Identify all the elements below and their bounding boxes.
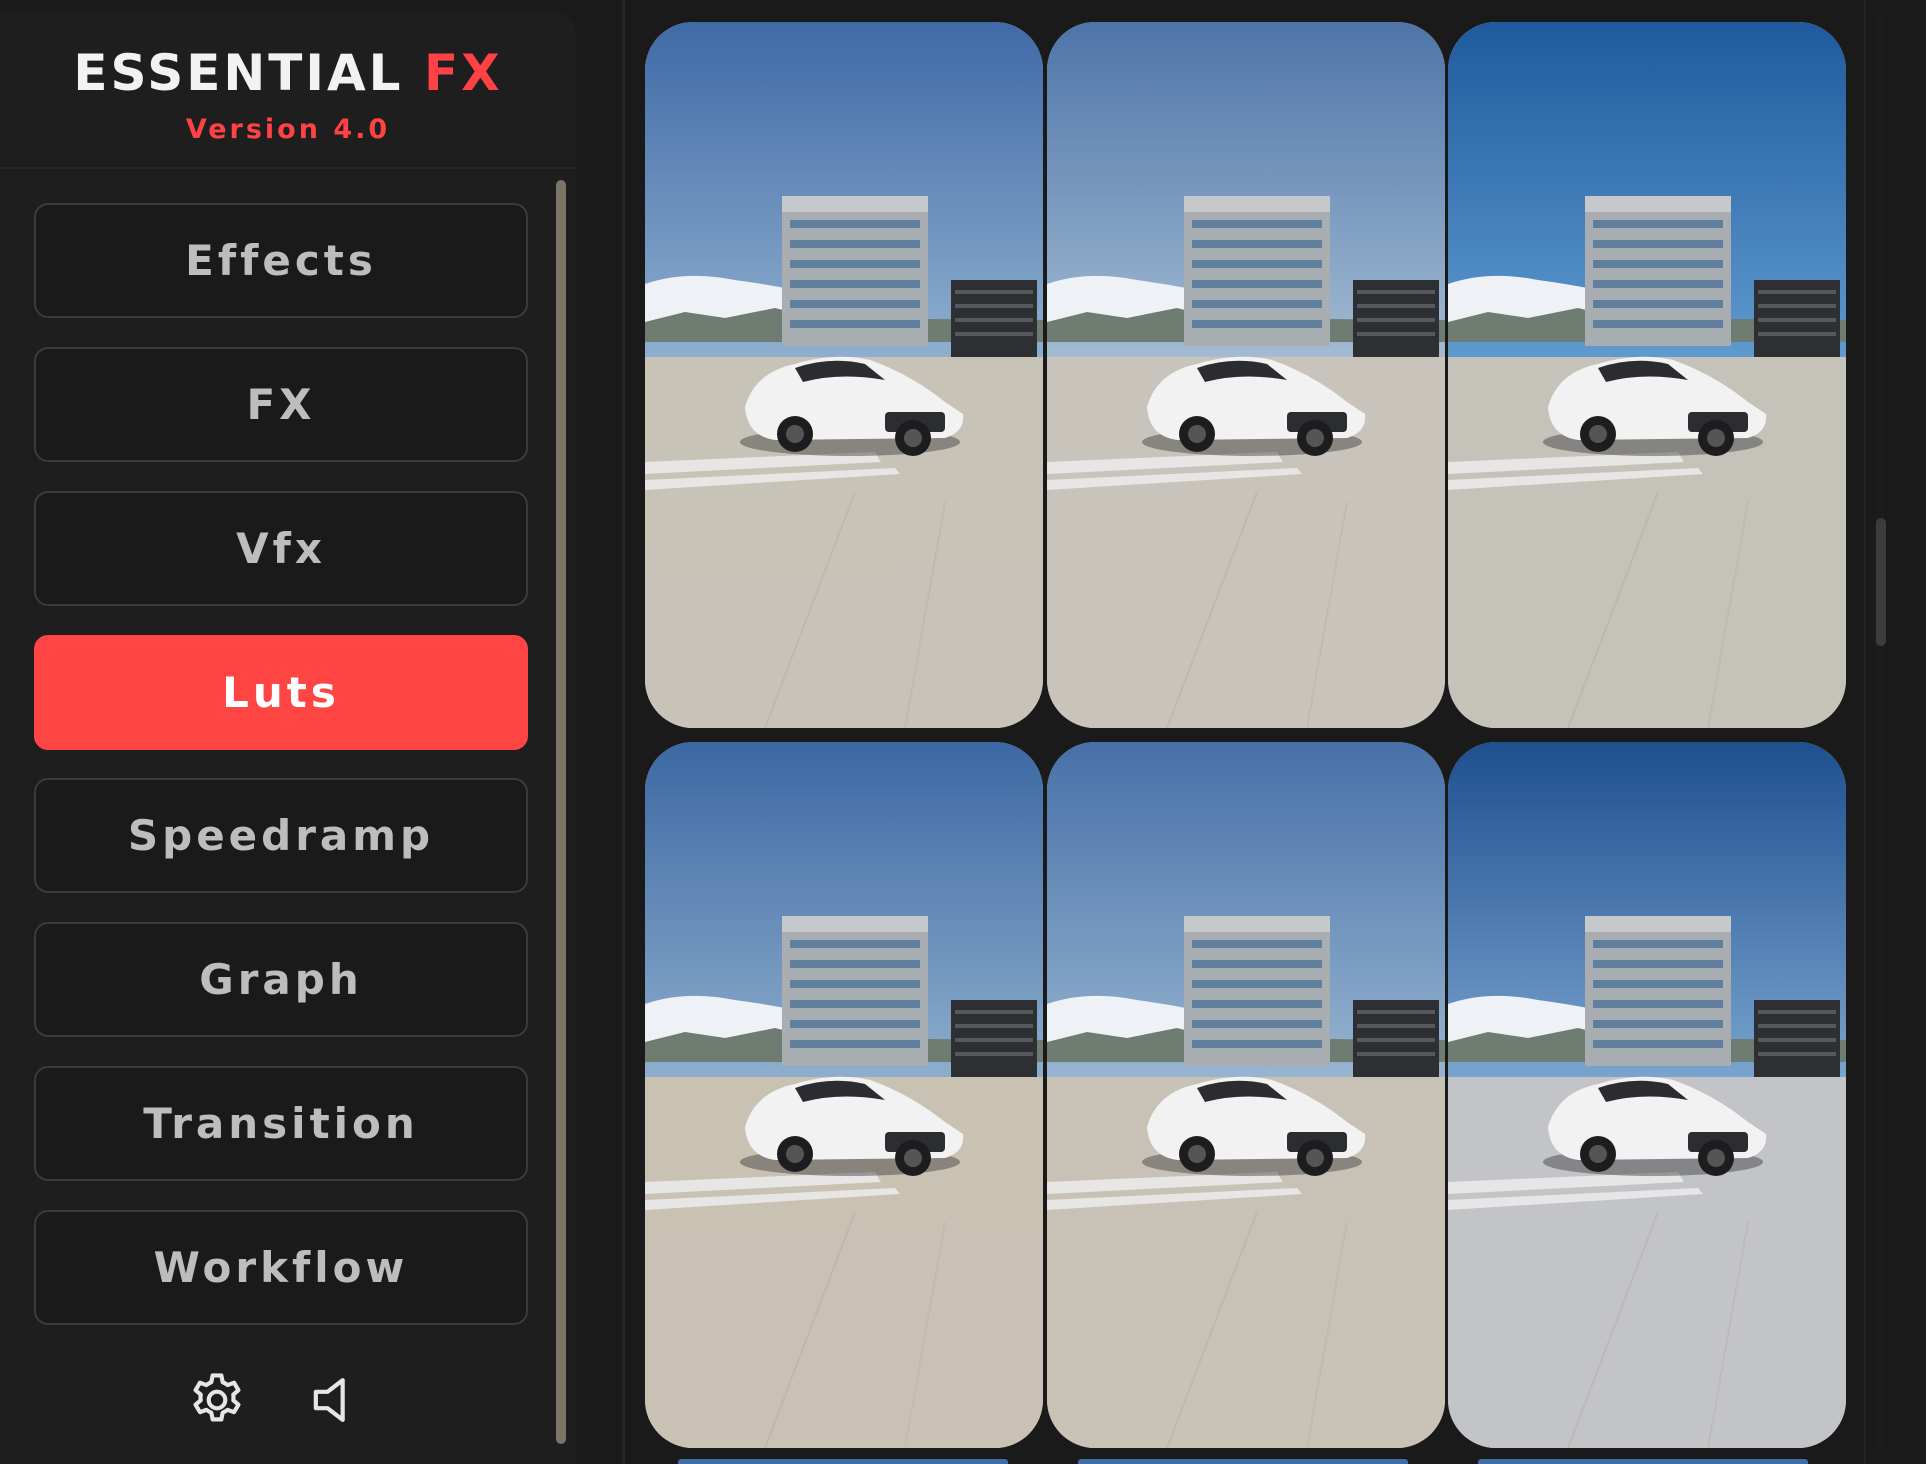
nav-button-label: Transition xyxy=(143,1099,419,1148)
nav-button-label: FX xyxy=(246,380,316,429)
lut-preview-card[interactable] xyxy=(1047,22,1445,728)
lut-preview-image xyxy=(1047,742,1445,1448)
sound-button[interactable] xyxy=(298,1367,364,1433)
app-title: ESSENTIAL FX xyxy=(0,48,576,98)
brand-header: ESSENTIAL FX Version 4.0 xyxy=(0,12,576,169)
next-row-card-edge xyxy=(1478,1459,1808,1464)
nav-button-label: Graph xyxy=(199,955,363,1004)
nav-button-label: Effects xyxy=(185,236,377,285)
app-title-main: ESSENTIAL xyxy=(73,44,404,102)
nav-workflow-button[interactable]: Workflow xyxy=(34,1210,528,1325)
lut-preview-card[interactable] xyxy=(1448,22,1846,728)
nav-vfx-button[interactable]: Vfx xyxy=(34,491,528,606)
nav-luts-button[interactable]: Luts xyxy=(34,635,528,750)
lut-preview-image xyxy=(1047,22,1445,728)
nav-graph-button[interactable]: Graph xyxy=(34,922,528,1037)
content-scrollbar[interactable] xyxy=(1874,12,1884,1452)
nav-button-label: Luts xyxy=(222,668,340,717)
nav-transition-button[interactable]: Transition xyxy=(34,1066,528,1181)
app-window: ESSENTIAL FX Version 4.0 Effects FX Vfx … xyxy=(0,0,1926,1464)
content-edge xyxy=(1864,0,1866,1464)
next-row-card-edge xyxy=(1078,1459,1408,1464)
lut-preview-card[interactable] xyxy=(645,22,1043,728)
gear-icon xyxy=(193,1373,241,1422)
next-row-card-edge xyxy=(678,1459,1008,1464)
lut-preview-image xyxy=(1448,22,1846,728)
settings-button[interactable] xyxy=(184,1367,250,1433)
lut-preview-image xyxy=(645,22,1043,728)
lut-preview-card[interactable] xyxy=(1448,742,1846,1448)
lut-preview-image xyxy=(645,742,1043,1448)
app-version: Version 4.0 xyxy=(185,114,391,145)
nav-button-label: Workflow xyxy=(153,1243,409,1292)
lut-preview-image xyxy=(1448,742,1846,1448)
lut-preview-card[interactable] xyxy=(645,742,1043,1448)
nav-speedramp-button[interactable]: Speedramp xyxy=(34,778,528,893)
nav-fx-button[interactable]: FX xyxy=(34,347,528,462)
sidebar-scrollbar[interactable] xyxy=(556,180,566,1444)
sidebar-scrollbar-thumb[interactable] xyxy=(556,180,566,1444)
nav-effects-button[interactable]: Effects xyxy=(34,203,528,318)
lut-preview-card[interactable] xyxy=(1047,742,1445,1448)
nav-button-label: Vfx xyxy=(236,524,326,573)
sidebar: ESSENTIAL FX Version 4.0 Effects FX Vfx … xyxy=(0,12,576,1464)
content-scrollbar-thumb[interactable] xyxy=(1876,518,1886,646)
panel-divider xyxy=(622,0,625,1464)
app-title-accent: FX xyxy=(423,44,503,102)
speaker-icon xyxy=(313,1378,345,1422)
nav-button-label: Speedramp xyxy=(127,811,435,860)
